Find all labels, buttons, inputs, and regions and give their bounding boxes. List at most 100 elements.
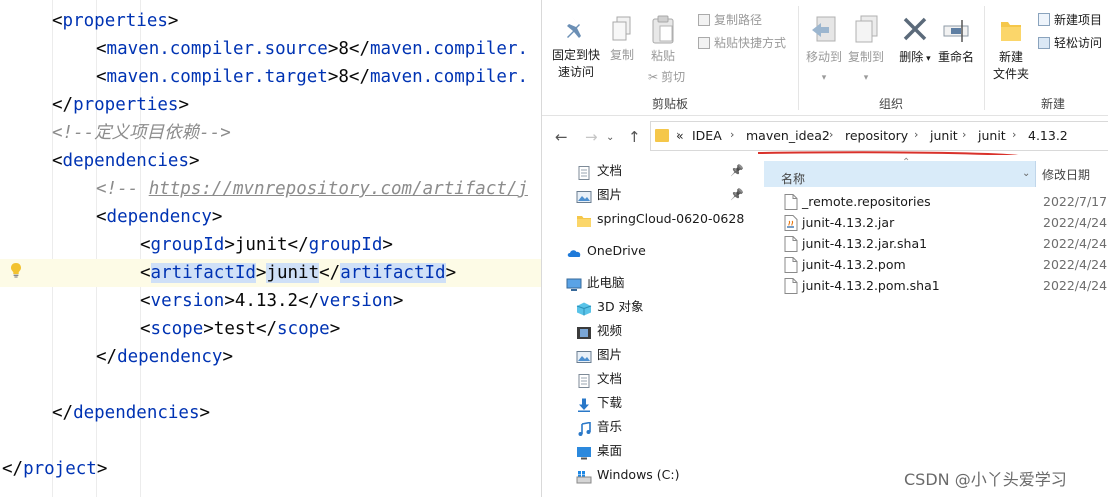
navigation-pane: 文档 📌 图片 📌 springCloud-0620-0628 OneDrive 此电脑 3D… <box>542 155 764 497</box>
code-line[interactable]: </dependency> <box>0 343 541 371</box>
copy-icon <box>612 16 631 41</box>
breadcrumb-item[interactable]: maven_idea2 <box>746 128 830 143</box>
xml-bracket: </ <box>319 263 341 283</box>
code-line-current[interactable]: <artifactId>junit</artifactId> <box>0 259 541 287</box>
breadcrumb-item[interactable]: junit <box>978 128 1006 143</box>
code-line[interactable]: <dependencies> <box>0 147 541 175</box>
xml-tag-name: artifactId <box>340 263 446 283</box>
pinned-icon[interactable]: 📌 <box>730 183 744 207</box>
xml-bracket: > <box>199 403 211 423</box>
code-line[interactable] <box>0 427 541 455</box>
nav-tree-label: 此电脑 <box>587 275 625 290</box>
code-line[interactable]: <scope>test</scope> <box>0 315 541 343</box>
move-to-icon <box>812 16 836 42</box>
recent-locations-chevron-icon[interactable]: ⌄ <box>606 132 614 143</box>
nav-tree-item[interactable]: 下载 <box>542 391 764 415</box>
breadcrumb-separator-icon[interactable]: › <box>914 128 918 141</box>
new-folder-button[interactable]: 新建 文件夹 <box>989 14 1033 83</box>
code-line[interactable]: </project> <box>0 455 541 483</box>
xml-tag-name: version <box>319 291 393 311</box>
nav-tree-item[interactable]: 文档 <box>542 367 764 391</box>
nav-tree-item[interactable]: Windows (C:) <box>542 463 764 487</box>
column-header-name[interactable]: 名称 ⌃ ⌄ <box>764 157 1036 187</box>
breadcrumb-separator-icon[interactable]: › <box>730 128 734 141</box>
xml-bracket: > <box>203 319 214 339</box>
back-icon[interactable]: ← <box>555 128 568 146</box>
code-line[interactable]: <properties> <box>0 7 541 35</box>
nav-tree-item[interactable]: 3D 对象 <box>542 295 764 319</box>
lightbulb-icon[interactable] <box>9 262 23 278</box>
nav-tree-item[interactable]: springCloud-0620-0628 <box>542 207 764 231</box>
nav-tree-item[interactable]: 视频 <box>542 319 764 343</box>
copy-path-button[interactable]: 复制路径 <box>698 12 762 29</box>
file-row[interactable]: junit-4.13.2.jar.sha1 2022/4/24 1 <box>764 233 1108 254</box>
nav-tree-item[interactable]: 文档 📌 <box>542 159 764 183</box>
paste-shortcut-button[interactable]: 粘贴快捷方式 <box>698 35 786 52</box>
xml-tag-name: dependencies <box>62 151 189 171</box>
code-line[interactable]: <!--定义项目依赖--> <box>0 119 541 147</box>
xml-tag-name: scope <box>277 319 330 339</box>
file-row[interactable]: _remote.repositories 2022/7/17 2 <box>764 191 1108 212</box>
breadcrumb-item[interactable]: 4.13.2 <box>1028 128 1068 143</box>
new-folder-icon <box>1001 22 1021 41</box>
code-line[interactable]: <groupId>junit</groupId> <box>0 231 541 259</box>
breadcrumb-item[interactable]: IDEA <box>692 128 722 143</box>
new-item-button[interactable]: 新建项目 <box>1038 12 1102 29</box>
nav-tree-label: 图片 <box>597 187 623 202</box>
code-line[interactable]: </properties> <box>0 91 541 119</box>
paste-button[interactable]: 粘贴 <box>644 14 682 65</box>
xml-text: 8 <box>338 39 349 59</box>
cube-icon <box>576 300 592 316</box>
address-bar[interactable]: « › IDEA › maven_idea2 › repository › junit › jun… <box>650 121 1108 151</box>
nav-tree-item[interactable]: 此电脑 <box>542 271 764 295</box>
move-to-button[interactable]: 移动到 ▾ <box>804 14 844 87</box>
code-line[interactable]: <dependency> <box>0 203 541 231</box>
nav-tree-item[interactable]: 图片 📌 <box>542 183 764 207</box>
file-row[interactable]: junit-4.13.2.pom.sha1 2022/4/24 1 <box>764 275 1108 296</box>
nav-tree-item[interactable]: 桌面 <box>542 439 764 463</box>
ribbon-separator <box>984 6 985 110</box>
breadcrumb-separator-icon[interactable]: › <box>829 128 833 141</box>
breadcrumb-item[interactable]: junit <box>930 128 958 143</box>
code-line[interactable]: <maven.compiler.target>8</maven.compiler… <box>0 63 541 91</box>
code-line[interactable]: </dependencies> <box>0 399 541 427</box>
file-row[interactable]: junit-4.13.2.pom 2022/4/24 1 <box>764 254 1108 275</box>
easy-access-label: 轻松访问 <box>1054 36 1103 50</box>
breadcrumb-item[interactable]: repository <box>845 128 908 143</box>
xml-comment[interactable]: https://mvnrepository.com/artifact/j <box>149 179 528 199</box>
xml-bracket: < <box>52 11 63 31</box>
code-line[interactable]: <!-- https://mvnrepository.com/artifact/… <box>0 175 541 203</box>
forward-icon[interactable]: → <box>585 128 598 146</box>
nav-tree-label: 3D 对象 <box>597 299 644 314</box>
clipboard-group-label: 剪贴板 <box>652 97 689 111</box>
up-icon[interactable]: ↑ <box>628 128 641 146</box>
breadcrumb-separator-icon[interactable]: › <box>962 128 966 141</box>
nav-tree-item[interactable]: OneDrive <box>542 239 764 263</box>
column-date-label[interactable]: 修改日期 <box>1042 166 1090 183</box>
file-row[interactable]: junit-4.13.2.jar 2022/4/24 1 <box>764 212 1108 233</box>
rename-button[interactable]: 重命名 <box>936 14 976 66</box>
sort-up-icon: ⌃ <box>902 157 911 168</box>
nav-tree-label: 图片 <box>597 347 623 362</box>
breadcrumb-separator-icon[interactable]: › <box>676 128 680 141</box>
code-editor[interactable]: <properties> <maven.compiler.source>8</ma… <box>0 0 541 497</box>
copy-button[interactable]: 复制 <box>604 14 640 64</box>
column-filter-chevron-icon[interactable]: ⌄ <box>1022 168 1030 179</box>
xml-text: test <box>213 319 256 339</box>
cut-button[interactable]: ✂ 剪切 <box>648 69 685 86</box>
xml-bracket: < <box>96 67 107 87</box>
delete-button[interactable]: 删除 ▾ <box>898 14 932 68</box>
code-line[interactable]: <maven.compiler.source>8</maven.compiler… <box>0 35 541 63</box>
code-line[interactable] <box>0 371 541 399</box>
breadcrumb-separator-icon[interactable]: › <box>1012 128 1016 141</box>
easy-access-button[interactable]: 轻松访问 <box>1038 35 1102 52</box>
copy-to-button[interactable]: 复制到 ▾ <box>846 14 886 87</box>
xml-bracket: > <box>327 67 339 87</box>
new-group-label: 新建 <box>1041 97 1066 111</box>
code-line[interactable]: <version>4.13.2</version> <box>0 287 541 315</box>
pin-to-quick-access-button[interactable]: 固定到快 速访问 <box>550 14 602 81</box>
pinned-icon[interactable]: 📌 <box>730 159 744 183</box>
xml-tag-name: maven.compiler.source <box>106 39 328 59</box>
nav-tree-item[interactable]: 图片 <box>542 343 764 367</box>
nav-tree-item[interactable]: 音乐 <box>542 415 764 439</box>
